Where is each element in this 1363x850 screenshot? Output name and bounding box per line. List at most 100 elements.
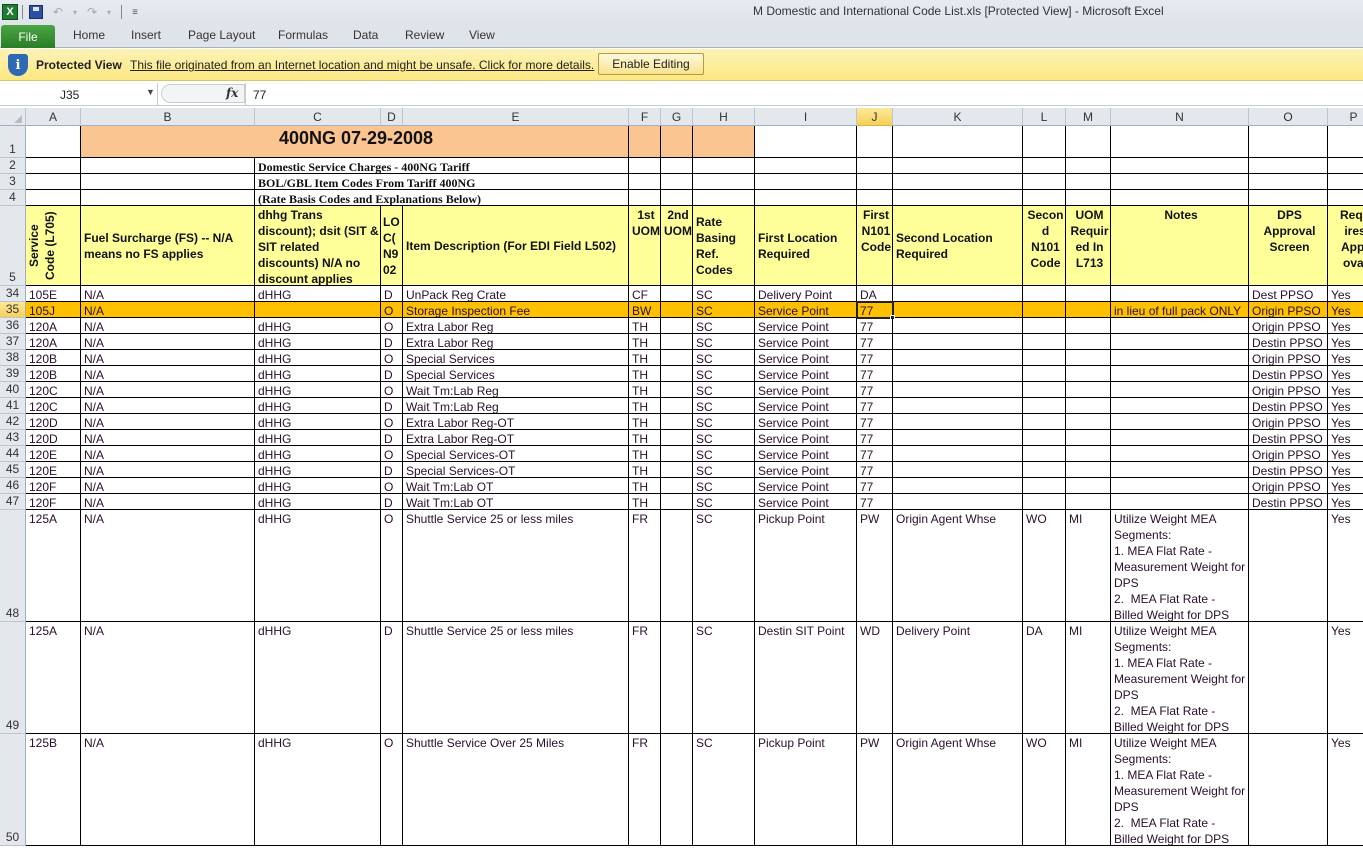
table-cell[interactable]: O bbox=[381, 734, 403, 846]
column-title[interactable]: Service Code (L705) bbox=[26, 206, 81, 286]
table-cell[interactable]: 125B bbox=[26, 734, 81, 846]
table-cell[interactable]: Yes bbox=[1328, 414, 1363, 430]
table-cell[interactable]: Wait Tm:Lab Reg bbox=[403, 382, 629, 398]
table-cell[interactable]: SC bbox=[693, 446, 755, 462]
column-title[interactable]: Fuel Surcharge (FS) -- N/A means no FS a… bbox=[81, 206, 255, 286]
column-title[interactable]: Second Location Required bbox=[893, 206, 1023, 286]
table-cell[interactable]: Service Point bbox=[755, 350, 857, 366]
table-cell[interactable]: Destin PPSO bbox=[1249, 430, 1328, 446]
table-cell[interactable]: O bbox=[381, 382, 403, 398]
row-header-2[interactable]: 2 bbox=[0, 158, 26, 174]
column-title[interactable]: First Location Required bbox=[755, 206, 857, 286]
excel-logo-icon[interactable]: X bbox=[2, 4, 18, 20]
cell[interactable] bbox=[857, 158, 893, 174]
table-cell[interactable] bbox=[893, 286, 1023, 302]
table-cell[interactable] bbox=[661, 446, 693, 462]
table-cell[interactable]: TH bbox=[629, 366, 661, 382]
table-cell[interactable]: Dest PPSO bbox=[1249, 286, 1328, 302]
table-cell[interactable]: dHHG bbox=[255, 366, 381, 382]
table-cell[interactable]: Extra Labor Reg bbox=[403, 318, 629, 334]
column-header-c[interactable]: C bbox=[255, 108, 381, 126]
table-cell[interactable]: BW bbox=[629, 302, 661, 318]
table-cell[interactable]: Service Point bbox=[755, 318, 857, 334]
table-cell[interactable]: 105J bbox=[26, 302, 81, 318]
undo-icon[interactable]: ↶ bbox=[49, 3, 67, 21]
table-cell[interactable] bbox=[1023, 494, 1066, 510]
table-cell[interactable] bbox=[1249, 510, 1328, 622]
table-cell[interactable]: Destin PPSO bbox=[1249, 334, 1328, 350]
table-cell[interactable]: O bbox=[381, 350, 403, 366]
redo-icon[interactable]: ↷ bbox=[83, 3, 101, 21]
table-cell[interactable] bbox=[893, 446, 1023, 462]
table-cell[interactable]: SC bbox=[693, 318, 755, 334]
table-cell[interactable]: 77 bbox=[857, 302, 893, 318]
table-cell[interactable]: dHHG bbox=[255, 622, 381, 734]
row-header-50[interactable]: 50 bbox=[0, 734, 26, 846]
table-cell[interactable] bbox=[893, 366, 1023, 382]
column-header-m[interactable]: M bbox=[1066, 108, 1111, 126]
chevron-down-icon[interactable]: ▼ bbox=[146, 87, 155, 97]
cell[interactable] bbox=[81, 174, 255, 190]
table-cell[interactable] bbox=[661, 734, 693, 846]
row-header-44[interactable]: 44 bbox=[0, 446, 26, 462]
table-cell[interactable] bbox=[661, 462, 693, 478]
table-cell[interactable]: Destin PPSO bbox=[1249, 462, 1328, 478]
customize-qat-icon[interactable]: ≡ bbox=[126, 3, 144, 21]
column-header-n[interactable]: N bbox=[1111, 108, 1249, 126]
table-cell[interactable]: Yes bbox=[1328, 462, 1363, 478]
table-cell[interactable]: Yes bbox=[1328, 398, 1363, 414]
table-cell[interactable] bbox=[255, 302, 381, 318]
table-cell[interactable]: Origin PPSO bbox=[1249, 446, 1328, 462]
table-cell[interactable]: dHHG bbox=[255, 414, 381, 430]
table-cell[interactable]: 77 bbox=[857, 494, 893, 510]
table-cell[interactable]: SC bbox=[693, 510, 755, 622]
table-cell[interactable]: D bbox=[381, 430, 403, 446]
table-cell[interactable] bbox=[893, 462, 1023, 478]
table-cell[interactable]: 120E bbox=[26, 462, 81, 478]
row-header-38[interactable]: 38 bbox=[0, 350, 26, 366]
table-cell[interactable]: Yes bbox=[1328, 302, 1363, 318]
column-header-d[interactable]: D bbox=[381, 108, 403, 126]
table-cell[interactable]: D bbox=[381, 462, 403, 478]
table-cell[interactable]: Yes bbox=[1328, 510, 1363, 622]
cell-row1[interactable] bbox=[1111, 126, 1249, 158]
table-cell[interactable]: 120A bbox=[26, 334, 81, 350]
cell[interactable] bbox=[1066, 190, 1111, 206]
cell[interactable] bbox=[693, 158, 755, 174]
sheet-title[interactable]: 400NG 07-29-2008 bbox=[81, 126, 629, 158]
table-cell[interactable]: Yes bbox=[1328, 382, 1363, 398]
table-cell[interactable] bbox=[661, 478, 693, 494]
table-cell[interactable]: SC bbox=[693, 478, 755, 494]
table-cell[interactable]: 125A bbox=[26, 510, 81, 622]
table-cell[interactable] bbox=[1111, 478, 1249, 494]
table-cell[interactable] bbox=[1066, 462, 1111, 478]
cell[interactable] bbox=[26, 190, 81, 206]
table-cell[interactable]: 77 bbox=[857, 414, 893, 430]
table-cell[interactable]: N/A bbox=[81, 366, 255, 382]
table-cell[interactable]: N/A bbox=[81, 478, 255, 494]
table-cell[interactable]: 77 bbox=[857, 478, 893, 494]
table-cell[interactable]: Special Services-OT bbox=[403, 462, 629, 478]
table-cell[interactable]: FR bbox=[629, 510, 661, 622]
row-header-45[interactable]: 45 bbox=[0, 462, 26, 478]
table-cell[interactable]: WO bbox=[1023, 734, 1066, 846]
row-header-35[interactable]: 35 bbox=[0, 302, 26, 318]
table-cell[interactable] bbox=[893, 302, 1023, 318]
table-cell[interactable]: dHHG bbox=[255, 286, 381, 302]
table-cell[interactable]: TH bbox=[629, 334, 661, 350]
table-cell[interactable]: 120F bbox=[26, 494, 81, 510]
table-cell[interactable]: N/A bbox=[81, 286, 255, 302]
table-cell[interactable]: N/A bbox=[81, 350, 255, 366]
table-cell[interactable]: dHHG bbox=[255, 318, 381, 334]
table-cell[interactable]: 77 bbox=[857, 462, 893, 478]
cell[interactable] bbox=[755, 190, 857, 206]
column-header-j[interactable]: J bbox=[857, 108, 893, 126]
table-cell[interactable]: 120A bbox=[26, 318, 81, 334]
table-cell[interactable]: D bbox=[381, 398, 403, 414]
table-cell[interactable]: D bbox=[381, 286, 403, 302]
table-cell[interactable]: dHHG bbox=[255, 478, 381, 494]
table-cell[interactable]: Wait Tm:Lab OT bbox=[403, 494, 629, 510]
table-cell[interactable] bbox=[661, 494, 693, 510]
table-cell[interactable]: 120B bbox=[26, 366, 81, 382]
cell[interactable] bbox=[1023, 174, 1066, 190]
